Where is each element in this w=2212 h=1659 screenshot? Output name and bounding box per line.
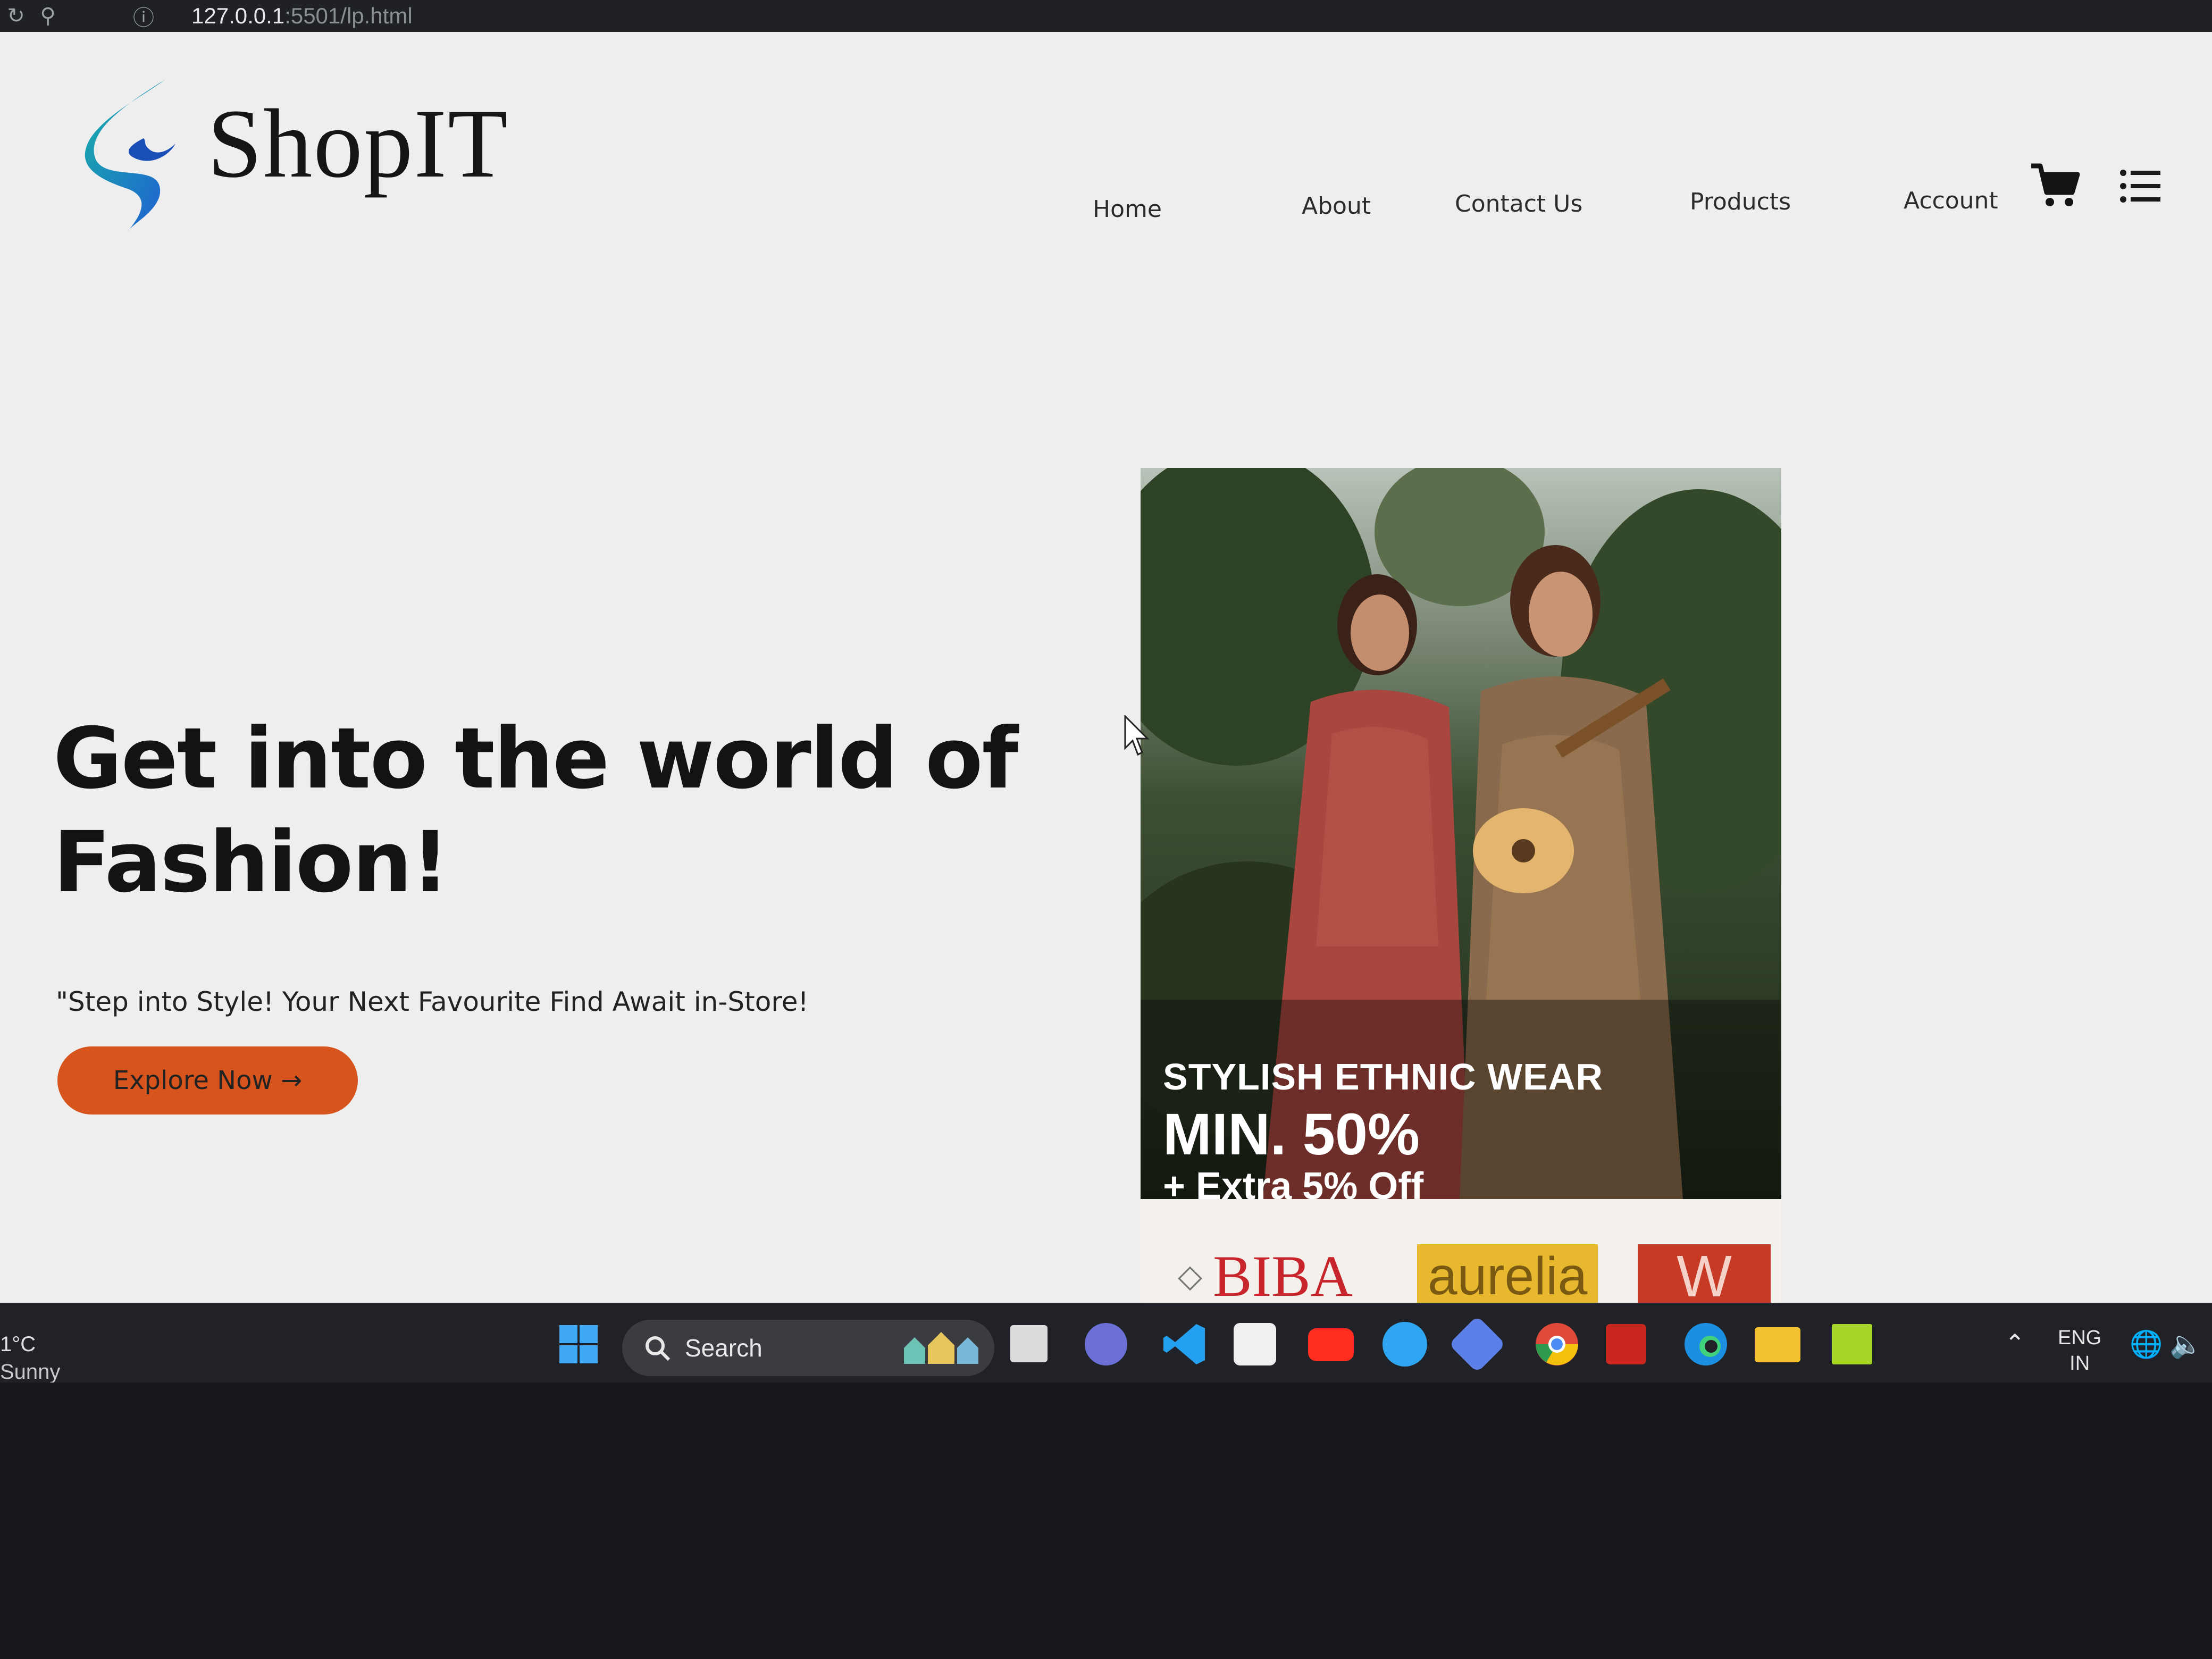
landing-page: ShopIT Home About Contact Us Products Ac… [0, 32, 2212, 1303]
copilot-icon[interactable] [1448, 1316, 1506, 1373]
browser-address-bar: ↻ ⚲ ⓘ 127.0.0.1:5501/lp.html [0, 0, 2212, 32]
weather-condition: Sunny [0, 1360, 61, 1384]
hero-title-line1: Get into the world of [53, 710, 1018, 808]
store-icon[interactable] [1234, 1323, 1276, 1365]
url-host: 127.0.0.1 [191, 3, 285, 28]
url-path: :5501/lp.html [284, 3, 413, 28]
file-explorer-icon[interactable] [1755, 1327, 1800, 1362]
promo-banner[interactable]: STYLISH ETHNIC WEAR MIN. 50% + Extra 5% … [1141, 468, 1781, 1303]
vscode-icon[interactable] [1159, 1319, 1210, 1370]
weather-widget[interactable]: 1°C Sunny [0, 1330, 60, 1386]
search-label: Search [685, 1334, 763, 1362]
nav-products[interactable]: Products [1690, 188, 1791, 215]
hero-title-line2: Fashion! [53, 814, 449, 911]
nav-home[interactable]: Home [1093, 196, 1162, 223]
search-icon[interactable]: ⚲ [32, 0, 64, 32]
region-code: IN [2069, 1352, 2090, 1375]
youtube-icon[interactable] [1308, 1328, 1354, 1361]
main-nav: Home About Contact Us Products Account [0, 165, 2212, 229]
screen-bezel [0, 1382, 2212, 1659]
pycharm-icon[interactable] [1832, 1324, 1872, 1364]
weather-temperature: 1°C [0, 1333, 36, 1356]
url-field[interactable]: 127.0.0.1:5501/lp.html [191, 0, 413, 32]
acrobat-icon[interactable] [1606, 1324, 1646, 1364]
cart-icon[interactable] [2029, 160, 2082, 213]
windows-start-icon[interactable] [553, 1319, 604, 1370]
edge-icon[interactable] [1680, 1319, 1731, 1370]
nav-account[interactable]: Account [1904, 187, 1998, 214]
mouse-cursor-icon [1124, 715, 1150, 756]
site-info-icon[interactable]: ⓘ [128, 0, 160, 32]
explore-now-button[interactable]: Explore Now → [57, 1046, 358, 1115]
nav-contact-us[interactable]: Contact Us [1455, 190, 1582, 217]
reload-icon[interactable]: ↻ [0, 0, 32, 32]
volume-icon[interactable]: 🔈 [2169, 1331, 2202, 1358]
brand-biba[interactable]: ◇ BIBA [1167, 1244, 1363, 1303]
language-indicator[interactable]: ENG IN [2058, 1325, 2101, 1376]
help-icon[interactable] [1382, 1322, 1427, 1367]
promo-discount: MIN. 50% [1163, 1102, 1420, 1167]
search-highlight-icon [904, 1332, 978, 1364]
task-view-icon[interactable] [1010, 1325, 1048, 1362]
hero-subtitle: "Step into Style! Your Next Favourite Fi… [56, 986, 809, 1017]
taskbar-search[interactable]: Search [622, 1320, 994, 1376]
promo-headline: STYLISH ETHNIC WEAR [1163, 1056, 1603, 1097]
brand-aurelia-label: aurelia [1428, 1246, 1588, 1303]
brand-w-label: W [1677, 1243, 1732, 1303]
chat-icon[interactable] [1085, 1323, 1127, 1365]
nav-about[interactable]: About [1302, 192, 1371, 220]
search-icon [646, 1336, 671, 1361]
chrome-icon[interactable] [1531, 1319, 1582, 1370]
brand-biba-label: BIBA [1213, 1243, 1353, 1303]
tray-expand-icon[interactable]: ⌃ [2005, 1330, 2025, 1356]
menu-list-icon[interactable] [2119, 167, 2161, 205]
network-icon[interactable]: 🌐 [2130, 1331, 2163, 1358]
hero-title: Get into the world of Fashion! [53, 707, 1063, 915]
biba-diamond-icon: ◇ [1178, 1259, 1203, 1294]
brand-w[interactable]: W [1638, 1244, 1771, 1303]
language-code: ENG [2058, 1327, 2102, 1349]
taskbar: 1°C Sunny Search ⌃ ENG IN 🌐 🔈 [0, 1303, 2212, 1384]
brand-aurelia[interactable]: aurelia [1417, 1244, 1598, 1303]
